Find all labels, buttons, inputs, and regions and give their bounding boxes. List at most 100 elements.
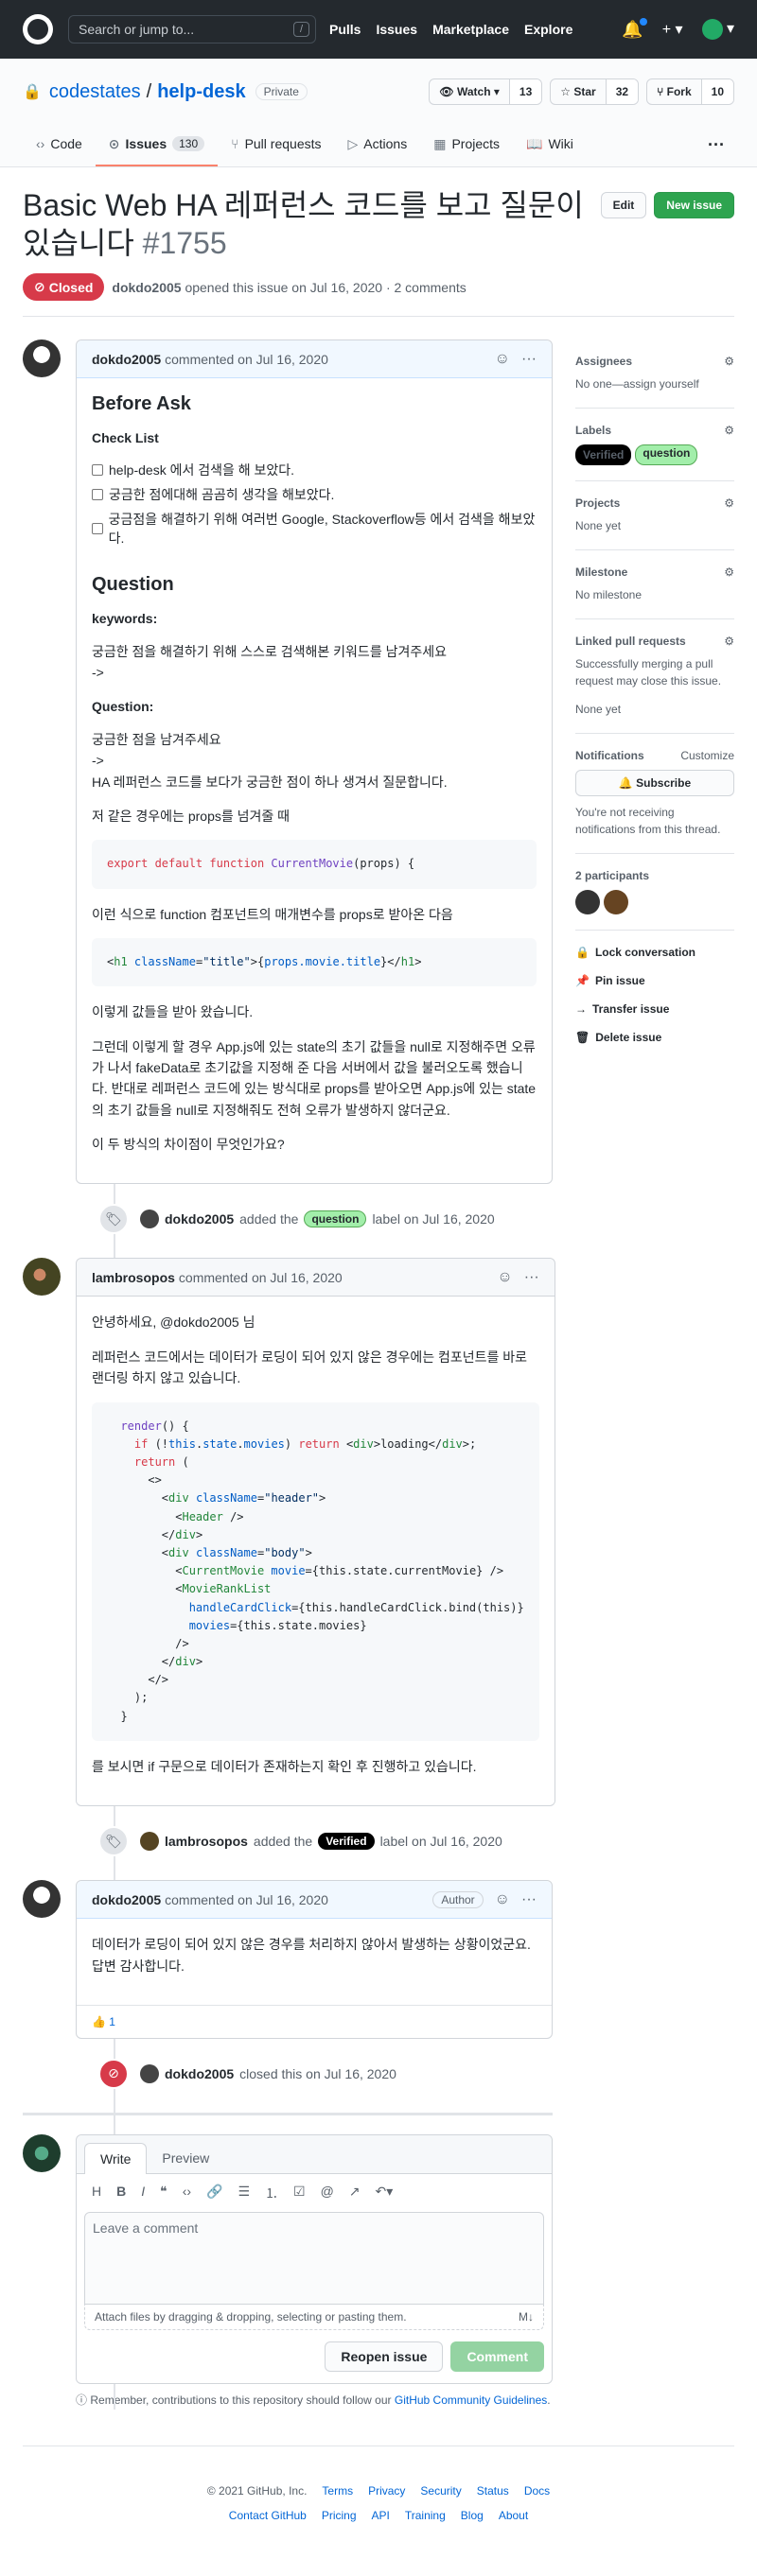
- lock-conversation-action[interactable]: 🔒 Lock conversation: [575, 946, 734, 959]
- tab-projects[interactable]: ▦ Projects: [420, 123, 513, 166]
- kebab-icon[interactable]: ···: [521, 1891, 537, 1908]
- avatar[interactable]: [23, 1258, 61, 1297]
- comment-author[interactable]: dokdo2005: [92, 352, 161, 367]
- edit-button[interactable]: Edit: [600, 192, 647, 218]
- avatar[interactable]: [23, 339, 61, 377]
- checkbox[interactable]: [92, 523, 103, 534]
- nav-explore[interactable]: Explore: [524, 22, 572, 37]
- comment-author[interactable]: dokdo2005: [92, 1892, 161, 1907]
- footer-link[interactable]: API: [372, 2509, 390, 2522]
- reopen-issue-button[interactable]: Reopen issue: [325, 2341, 444, 2372]
- footer-link[interactable]: Security: [420, 2484, 461, 2498]
- tab-issues[interactable]: ⊙ Issues 130: [95, 123, 219, 166]
- checkbox[interactable]: [92, 464, 103, 476]
- avatar[interactable]: [604, 890, 628, 914]
- avatar[interactable]: [140, 2063, 159, 2083]
- customize-link[interactable]: Customize: [680, 749, 734, 762]
- fork-button[interactable]: ⑂ Fork 10: [646, 78, 734, 105]
- repo-owner-link[interactable]: codestates: [49, 81, 141, 103]
- quote-icon[interactable]: ❝: [160, 2184, 167, 2202]
- event-author[interactable]: dokdo2005: [165, 2066, 234, 2081]
- label-verified[interactable]: Verified: [575, 444, 632, 465]
- kebab-icon[interactable]: ···: [521, 351, 537, 368]
- nav-marketplace[interactable]: Marketplace: [432, 22, 509, 37]
- smiley-icon[interactable]: ☺: [497, 1269, 512, 1286]
- nav-pulls[interactable]: Pulls: [329, 22, 361, 37]
- mention-icon[interactable]: @: [321, 2184, 334, 2202]
- bold-icon[interactable]: B: [116, 2184, 126, 2202]
- tab-preview[interactable]: Preview: [147, 2143, 224, 2173]
- tab-actions[interactable]: ▷ Actions: [335, 123, 421, 166]
- fork-count[interactable]: 10: [701, 79, 733, 104]
- comment-author[interactable]: lambrosopos: [92, 1270, 175, 1285]
- star-count[interactable]: 32: [606, 79, 639, 104]
- bullet-list-icon[interactable]: ☰: [238, 2184, 250, 2202]
- footer-link[interactable]: Pricing: [322, 2509, 357, 2522]
- kebab-icon[interactable]: ···: [524, 1269, 539, 1286]
- footer-link[interactable]: Docs: [524, 2484, 550, 2498]
- user-menu[interactable]: ▾: [701, 19, 734, 40]
- attach-files-area[interactable]: Attach files by dragging & dropping, sel…: [84, 2304, 544, 2330]
- comment-date[interactable]: commented on Jul 16, 2020: [179, 1270, 343, 1285]
- italic-icon[interactable]: I: [141, 2184, 145, 2202]
- gear-icon[interactable]: ⚙: [724, 496, 734, 510]
- pin-issue-action[interactable]: 📌 Pin issue: [575, 974, 734, 987]
- avatar[interactable]: [23, 2133, 61, 2172]
- comment-button[interactable]: Comment: [450, 2341, 544, 2372]
- assignees-value[interactable]: No one—assign yourself: [575, 375, 734, 392]
- watch-button[interactable]: 👁 Watch ▾ 13: [429, 78, 543, 105]
- label-verified[interactable]: Verified: [318, 1833, 375, 1851]
- github-logo-icon[interactable]: [23, 14, 53, 44]
- footer-link[interactable]: Privacy: [368, 2484, 405, 2498]
- avatar[interactable]: [140, 1832, 159, 1852]
- footer-link[interactable]: About: [499, 2509, 528, 2522]
- avatar[interactable]: [23, 1880, 61, 1919]
- markdown-icon[interactable]: M↓: [519, 2310, 534, 2324]
- smiley-icon[interactable]: ☺: [495, 351, 510, 368]
- label-question[interactable]: question: [304, 1210, 367, 1228]
- create-new-menu[interactable]: + ▾: [662, 20, 683, 39]
- gear-icon[interactable]: ⚙: [724, 566, 734, 579]
- tab-write[interactable]: Write: [84, 2142, 148, 2174]
- reply-icon[interactable]: ↶▾: [376, 2184, 394, 2202]
- footer-link[interactable]: Status: [477, 2484, 509, 2498]
- star-button[interactable]: ☆ Star 32: [550, 78, 640, 105]
- gear-icon[interactable]: ⚙: [724, 424, 734, 437]
- comment-date[interactable]: commented on Jul 16, 2020: [165, 1892, 328, 1907]
- task-list-icon[interactable]: ☑: [293, 2184, 306, 2202]
- nav-issues[interactable]: Issues: [376, 22, 417, 37]
- event-author[interactable]: lambrosopos: [165, 1834, 248, 1849]
- checkbox[interactable]: [92, 489, 103, 500]
- footer-link[interactable]: Blog: [461, 2509, 484, 2522]
- watch-count[interactable]: 13: [509, 79, 542, 104]
- event-author[interactable]: dokdo2005: [165, 1211, 234, 1227]
- tab-pull-requests[interactable]: ⑂ Pull requests: [218, 123, 334, 166]
- search-input[interactable]: Search or jump to... /: [68, 15, 316, 44]
- kebab-icon[interactable]: ···: [708, 123, 734, 166]
- comment-date[interactable]: commented on Jul 16, 2020: [165, 352, 328, 367]
- thumbs-up-reaction[interactable]: 👍 1: [92, 2015, 115, 2028]
- subscribe-button[interactable]: 🔔 Subscribe: [575, 770, 734, 796]
- issue-author-link[interactable]: dokdo2005: [112, 280, 181, 295]
- delete-issue-action[interactable]: 🗑 Delete issue: [575, 1031, 734, 1044]
- label-question[interactable]: question: [635, 444, 698, 465]
- comment-textarea[interactable]: Leave a comment: [84, 2211, 544, 2305]
- gear-icon[interactable]: ⚙: [724, 635, 734, 648]
- avatar[interactable]: [575, 890, 600, 914]
- gear-icon[interactable]: ⚙: [724, 355, 734, 368]
- new-issue-button[interactable]: New issue: [654, 192, 734, 218]
- tab-code[interactable]: ‹› Code: [23, 123, 96, 166]
- smiley-icon[interactable]: ☺: [495, 1891, 510, 1908]
- transfer-issue-action[interactable]: → Transfer issue: [575, 1002, 734, 1016]
- repo-name-link[interactable]: help-desk: [157, 81, 245, 103]
- heading-icon[interactable]: H: [92, 2184, 101, 2202]
- footer-link[interactable]: Terms: [322, 2484, 353, 2498]
- link-icon[interactable]: 🔗: [206, 2184, 222, 2202]
- guidelines-link[interactable]: GitHub Community Guidelines: [395, 2393, 547, 2407]
- tab-wiki[interactable]: 📖 Wiki: [513, 123, 587, 166]
- bell-icon[interactable]: 🔔: [622, 17, 647, 40]
- avatar[interactable]: [140, 1210, 159, 1229]
- reference-icon[interactable]: ↗: [349, 2184, 361, 2202]
- code-icon[interactable]: ‹›: [183, 2184, 191, 2202]
- footer-link[interactable]: Contact GitHub: [229, 2509, 307, 2522]
